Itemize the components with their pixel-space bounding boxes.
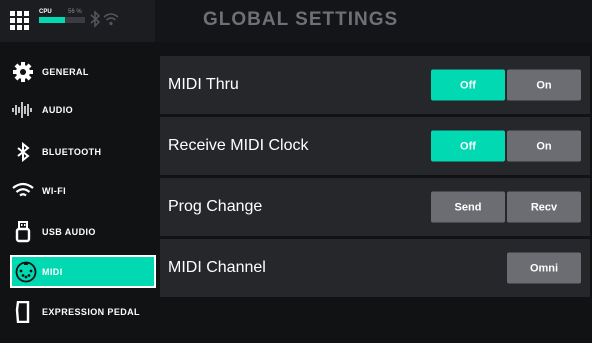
sidebar-item-bluetooth[interactable]: BLUETOOTH bbox=[0, 132, 158, 172]
sidebar-item-wifi[interactable]: WI-FI bbox=[0, 171, 158, 211]
midi-connector-icon bbox=[15, 261, 37, 283]
cpu-label: CPU bbox=[39, 9, 52, 15]
top-bar: CPU 56 % GLOBAL SETTINGS bbox=[0, 0, 592, 42]
setting-row-midi-channel: MIDI Channel Omni bbox=[160, 239, 590, 297]
status-area: CPU 56 % bbox=[0, 0, 155, 42]
wifi-icon bbox=[12, 180, 34, 202]
cpu-meter bbox=[39, 17, 85, 23]
sidebar-item-usb-audio[interactable]: USB AUDIO bbox=[0, 212, 158, 252]
midi-clock-off-button[interactable]: Off bbox=[431, 130, 505, 162]
prog-change-recv-button[interactable]: Recv bbox=[507, 191, 581, 223]
sidebar-item-label: MIDI bbox=[42, 266, 63, 277]
setting-label: MIDI Channel bbox=[168, 259, 266, 276]
gear-icon bbox=[12, 61, 34, 83]
bluetooth-icon bbox=[12, 141, 34, 163]
wifi-icon bbox=[103, 13, 119, 26]
cpu-meter-fill bbox=[39, 17, 65, 23]
usb-icon bbox=[12, 221, 34, 243]
waveform-icon bbox=[12, 99, 34, 121]
sidebar-item-label: WI-FI bbox=[42, 186, 66, 196]
page-title: GLOBAL SETTINGS bbox=[203, 9, 399, 30]
setting-label: MIDI Thru bbox=[168, 76, 239, 93]
setting-label: Prog Change bbox=[168, 198, 263, 215]
sidebar-item-label: EXPRESSION PEDAL bbox=[42, 307, 140, 317]
sidebar: GENERAL AUDIO BLUETOOTH WI-FI USB AUDIO … bbox=[0, 42, 158, 343]
sidebar-item-midi[interactable]: MIDI bbox=[10, 255, 156, 288]
pedal-icon bbox=[12, 301, 34, 323]
cpu-percent: 56 % bbox=[68, 9, 82, 15]
setting-label: Receive MIDI Clock bbox=[168, 137, 309, 154]
midi-thru-off-button[interactable]: Off bbox=[431, 69, 505, 101]
bluetooth-icon bbox=[90, 10, 101, 28]
sidebar-item-audio[interactable]: AUDIO bbox=[0, 90, 158, 130]
sidebar-item-general[interactable]: GENERAL bbox=[0, 52, 158, 92]
setting-row-midi-thru: MIDI Thru Off On bbox=[160, 56, 590, 114]
setting-row-prog-change: Prog Change Send Recv bbox=[160, 178, 590, 236]
sidebar-item-label: USB AUDIO bbox=[42, 227, 96, 237]
midi-clock-on-button[interactable]: On bbox=[507, 130, 581, 162]
grid-icon[interactable] bbox=[10, 11, 30, 31]
sidebar-item-expression-pedal[interactable]: EXPRESSION PEDAL bbox=[0, 292, 158, 332]
settings-panel: MIDI Thru Off On Receive MIDI Clock Off … bbox=[160, 42, 592, 343]
sidebar-item-label: AUDIO bbox=[42, 105, 73, 115]
sidebar-item-label: GENERAL bbox=[42, 67, 89, 77]
sidebar-item-label: BLUETOOTH bbox=[42, 147, 102, 157]
prog-change-send-button[interactable]: Send bbox=[431, 191, 505, 223]
setting-row-receive-midi-clock: Receive MIDI Clock Off On bbox=[160, 117, 590, 175]
midi-thru-on-button[interactable]: On bbox=[507, 69, 581, 101]
midi-channel-select-button[interactable]: Omni bbox=[507, 252, 581, 284]
